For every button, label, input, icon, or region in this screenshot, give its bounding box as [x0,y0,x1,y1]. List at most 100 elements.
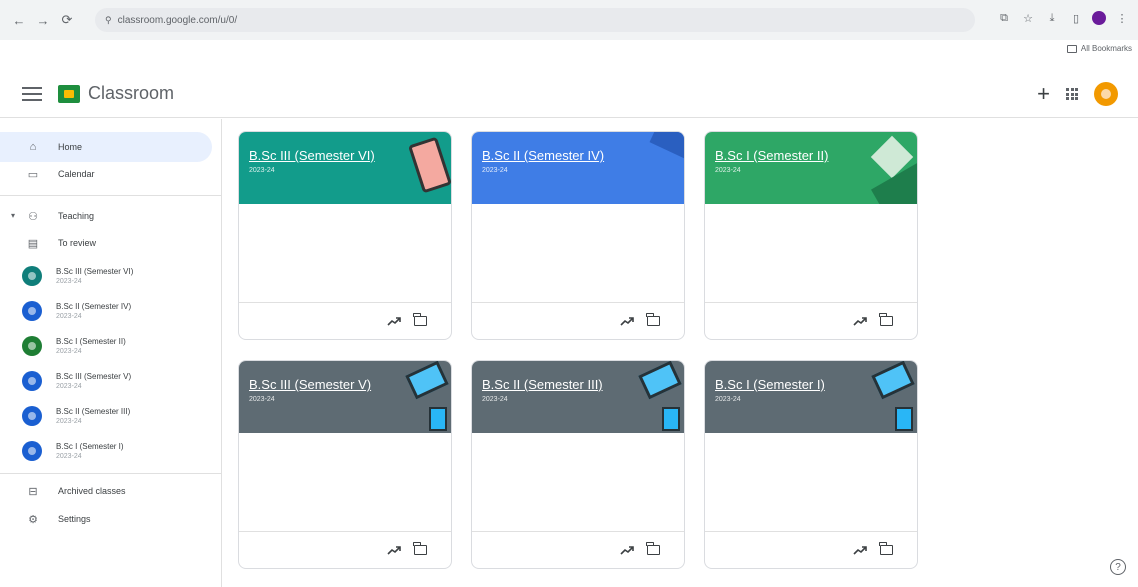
folder-icon[interactable] [646,542,660,555]
course-avatar [22,301,42,321]
trending-icon[interactable] [853,544,867,556]
tablet-illustration [408,136,451,194]
phone-illustration [429,407,447,431]
folder-icon[interactable] [413,542,427,555]
reload-icon[interactable]: ⟳ [58,11,76,29]
browser-menu-icon[interactable]: ⋮ [1114,10,1130,26]
bookmark-star-icon[interactable]: ☆ [1020,10,1036,26]
class-card[interactable]: B.Sc II (Semester IV) 2023-24 [471,131,685,340]
sidebar: ⌂ Home ▭ Calendar ▾ ⚇ Teaching ▤ To revi… [0,119,222,587]
side-panel-icon[interactable]: ▯ [1068,10,1084,26]
trending-icon[interactable] [387,544,401,556]
course-name: B.Sc I (Semester II) [56,336,126,346]
sidebar-item-teaching[interactable]: ⚇ Teaching [0,201,212,231]
sidebar-course-item[interactable]: B.Sc II (Semester III) 2023-24 [0,399,212,433]
sidebar-item-settings[interactable]: ⚙ Settings [0,504,212,534]
browser-profile-icon[interactable] [1092,11,1106,25]
phone-illustration [662,407,680,431]
course-name: B.Sc I (Semester I) [56,441,124,451]
card-title[interactable]: B.Sc II (Semester III) [482,377,603,392]
card-title[interactable]: B.Sc II (Semester IV) [482,148,604,163]
divider [0,195,222,196]
card-header[interactable]: B.Sc III (Semester VI) 2023-24 [239,132,451,204]
card-year: 2023-24 [249,167,275,174]
classroom-logo[interactable] [58,84,80,103]
course-avatar [22,406,42,426]
sidebar-course-item[interactable]: B.Sc I (Semester II) 2023-24 [0,329,212,363]
settings-gear-icon: ⚙ [28,513,38,526]
home-icon: ⌂ [29,141,37,153]
sidebar-item-archived[interactable]: ⊟ Archived classes [0,476,212,506]
card-footer [472,531,684,568]
sidebar-item-home[interactable]: ⌂ Home [0,132,212,162]
sidebar-course-item[interactable]: B.Sc II (Semester IV) 2023-24 [0,294,212,328]
sidebar-course-item[interactable]: B.Sc I (Semester I) 2023-24 [0,434,212,468]
card-header[interactable]: B.Sc I (Semester I) 2023-24 [705,361,917,433]
decor-illustration [649,132,684,160]
folder-icon[interactable] [646,313,660,326]
card-year: 2023-24 [482,167,508,174]
class-card[interactable]: B.Sc III (Semester VI) 2023-24 [238,131,452,340]
trending-icon[interactable] [620,544,634,556]
class-card[interactable]: B.Sc I (Semester I) 2023-24 [704,360,918,569]
folder-icon[interactable] [879,542,893,555]
course-year: 2023-24 [56,277,82,285]
course-name: B.Sc II (Semester III) [56,406,131,416]
cast-icon[interactable]: ⧉ [996,10,1012,26]
create-join-class-icon[interactable]: + [1037,83,1050,105]
header-actions: + [1037,82,1118,106]
course-year: 2023-24 [56,382,82,390]
sidebar-item-label: Settings [58,514,91,524]
card-year: 2023-24 [715,396,741,403]
course-year: 2023-24 [56,452,82,460]
folder-icon [1066,44,1077,53]
app-title[interactable]: Classroom [88,83,174,104]
laptop-illustration [638,361,682,400]
google-apps-icon[interactable] [1066,88,1078,100]
trending-icon[interactable] [387,315,401,327]
card-header[interactable]: B.Sc II (Semester III) 2023-24 [472,361,684,433]
sidebar-item-to-review[interactable]: ▤ To review [0,228,212,258]
card-footer [239,302,451,339]
download-icon[interactable]: ⤓ [1044,10,1060,26]
all-bookmarks[interactable]: All Bookmarks [1066,44,1132,53]
trending-icon[interactable] [853,315,867,327]
app-header: Classroom + [0,70,1138,118]
back-icon[interactable]: ← [10,11,28,29]
folder-icon[interactable] [879,313,893,326]
sidebar-item-calendar[interactable]: ▭ Calendar [0,159,212,189]
archive-icon: ⊟ [28,485,38,498]
class-card[interactable]: B.Sc II (Semester III) 2023-24 [471,360,685,569]
site-info-icon[interactable]: ⚲ [105,15,112,26]
card-header[interactable]: B.Sc I (Semester II) 2023-24 [705,132,917,204]
card-header[interactable]: B.Sc II (Semester IV) 2023-24 [472,132,684,204]
main-menu-icon[interactable] [22,86,42,101]
sidebar-course-item[interactable]: B.Sc III (Semester VI) 2023-24 [0,259,212,293]
browser-actions: ⧉ ☆ ⤓ ▯ ⋮ [996,10,1130,26]
card-title[interactable]: B.Sc III (Semester V) [249,377,371,392]
forward-icon[interactable]: → [34,11,52,29]
course-year: 2023-24 [56,417,82,425]
card-header[interactable]: B.Sc III (Semester V) 2023-24 [239,361,451,433]
address-bar[interactable]: ⚲ classroom.google.com/u/0/ [95,8,975,32]
course-name: B.Sc II (Semester IV) [56,301,132,311]
review-folder-icon: ▤ [27,237,39,250]
card-title[interactable]: B.Sc I (Semester I) [715,377,825,392]
class-card[interactable]: B.Sc III (Semester V) 2023-24 [238,360,452,569]
sidebar-course-item[interactable]: B.Sc III (Semester V) 2023-24 [0,364,212,398]
course-name: B.Sc III (Semester VI) [56,266,134,276]
card-title[interactable]: B.Sc I (Semester II) [715,148,828,163]
help-icon[interactable]: ? [1110,559,1126,575]
card-footer [705,302,917,339]
course-avatar [22,336,42,356]
class-card[interactable]: B.Sc I (Semester II) 2023-24 [704,131,918,340]
card-footer [239,531,451,568]
card-year: 2023-24 [715,167,741,174]
all-bookmarks-label: All Bookmarks [1080,44,1132,53]
account-avatar[interactable] [1094,82,1118,106]
laptop-illustration [871,361,915,400]
divider [0,473,222,474]
card-title[interactable]: B.Sc III (Semester VI) [249,148,375,163]
folder-icon[interactable] [413,313,427,326]
trending-icon[interactable] [620,315,634,327]
